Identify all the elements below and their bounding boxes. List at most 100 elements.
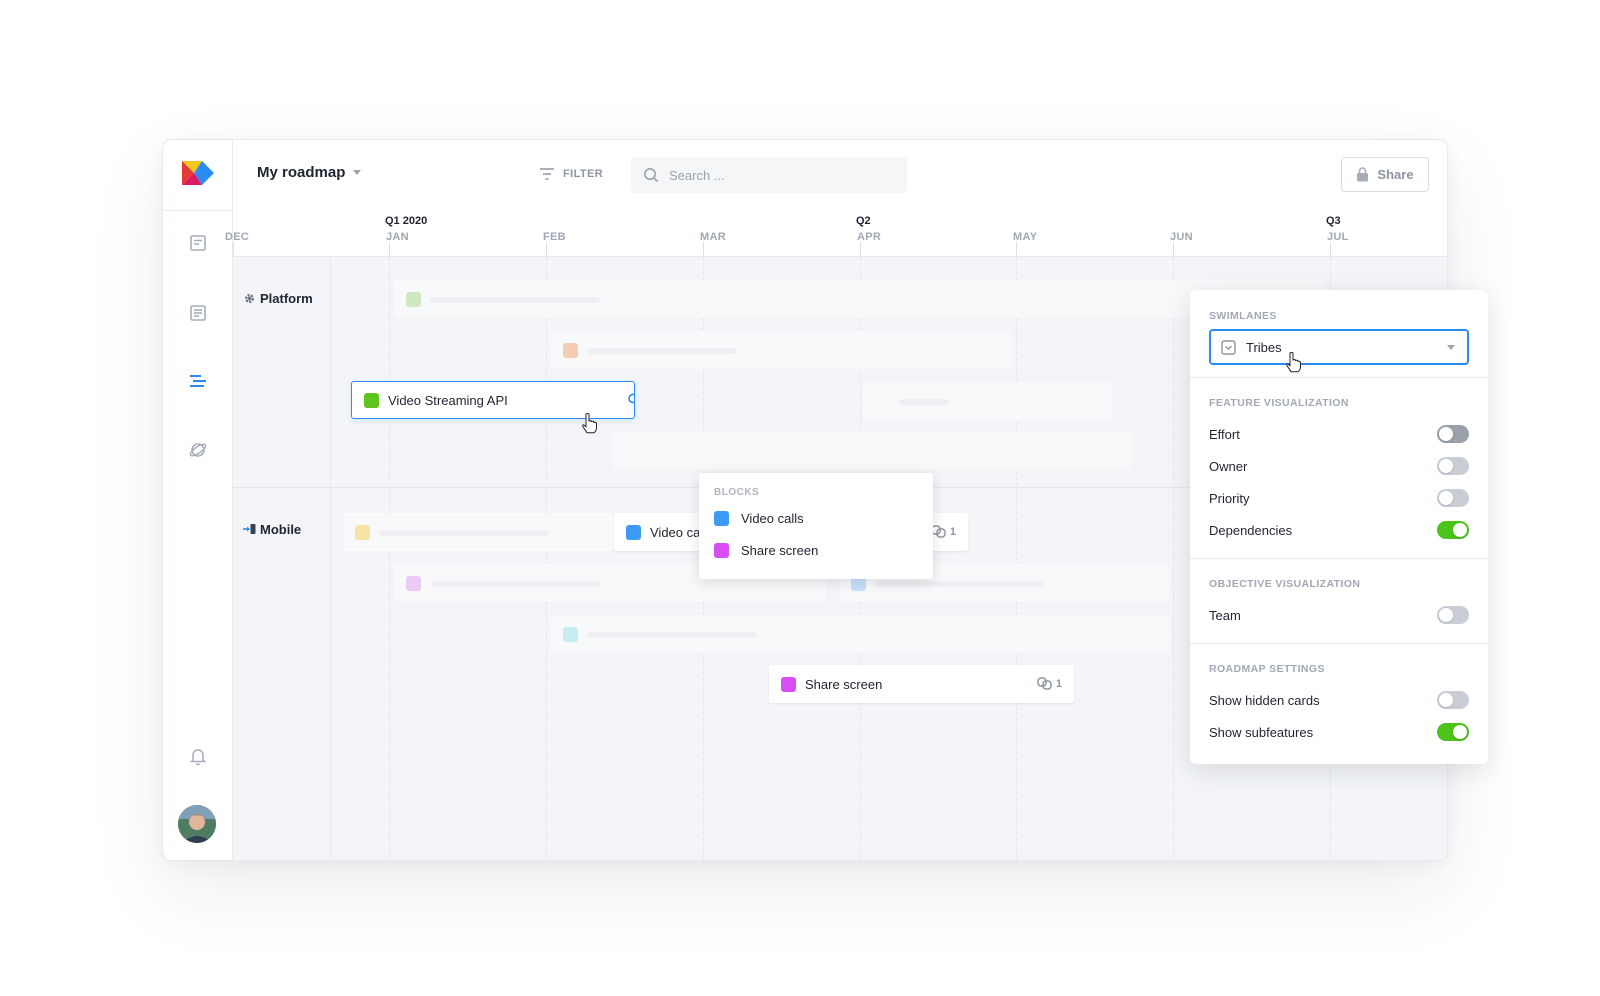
feature-card-video-streaming-api[interactable]: Video Streaming API (351, 381, 636, 419)
lock-icon (1357, 167, 1369, 182)
placeholder-card (613, 432, 1131, 470)
placeholder-card (551, 331, 1011, 369)
link-icon (931, 525, 946, 538)
card-color-swatch (781, 676, 796, 692)
dependencies-toggle[interactable] (1437, 521, 1469, 539)
blocks-item-video-calls[interactable]: Video calls (714, 511, 804, 526)
gear-icon (244, 293, 255, 304)
section-header: FEATURE VISUALIZATION (1209, 397, 1349, 409)
card-color-swatch (714, 543, 729, 558)
month-label: DEC (225, 231, 250, 243)
search-input[interactable] (669, 167, 889, 183)
placeholder-line (875, 581, 1045, 587)
filter-button[interactable]: FILTER (539, 167, 603, 181)
setting-row-show-hidden-cards: Show hidden cards (1209, 690, 1469, 710)
show-subfeatures-toggle[interactable] (1437, 723, 1469, 741)
select-value: Tribes (1246, 339, 1282, 355)
toggle-knob (1439, 491, 1453, 505)
section-divider (1190, 377, 1488, 378)
card-color-swatch (563, 627, 578, 642)
placeholder-card (551, 615, 1171, 653)
grid-line (389, 257, 390, 860)
app-logo-icon[interactable] (182, 161, 214, 185)
timeline-tick (546, 242, 547, 257)
top-bar: My roadmap FILTER Share (233, 140, 1447, 210)
setting-label: Team (1209, 607, 1241, 623)
nav-item-objectives[interactable] (187, 439, 209, 461)
card-color-swatch (563, 343, 578, 358)
feature-card-share-screen[interactable]: Share screen 1 (769, 665, 1074, 703)
bell-icon (189, 749, 207, 766)
section-header: OBJECTIVE VISUALIZATION (1209, 578, 1361, 590)
share-label: Share (1377, 167, 1414, 182)
user-avatar[interactable] (178, 805, 216, 843)
swimlanes-select[interactable]: Tribes (1209, 329, 1469, 365)
placeholder-line (430, 297, 600, 303)
toggle-knob (1439, 608, 1453, 622)
card-color-swatch (364, 392, 379, 408)
placeholder-line (587, 632, 757, 638)
card-color-swatch (406, 576, 421, 591)
section-header: ROADMAP SETTINGS (1209, 663, 1325, 675)
blocks-item-share-screen[interactable]: Share screen (714, 543, 818, 558)
placeholder-line (430, 581, 600, 587)
priority-toggle[interactable] (1437, 489, 1469, 507)
lane-platform[interactable]: Platform (243, 291, 313, 306)
notifications-button[interactable] (187, 745, 209, 767)
card-title: Video Streaming API (388, 392, 508, 408)
setting-label: Priority (1209, 490, 1250, 506)
page-title: My roadmap (257, 164, 346, 181)
grid-line (546, 257, 547, 860)
setting-label: Show subfeatures (1209, 724, 1314, 740)
document-icon (190, 235, 206, 251)
toggle-knob (1439, 693, 1453, 707)
notes-icon (190, 305, 206, 321)
dependency-link-icon[interactable] (626, 392, 640, 408)
planet-icon (189, 443, 207, 457)
owner-toggle[interactable] (1437, 457, 1469, 475)
setting-row-team: Team (1209, 605, 1469, 625)
toggle-knob (1453, 523, 1467, 537)
dependency-indicator[interactable]: 1 (931, 525, 956, 538)
setting-label: Effort (1209, 426, 1240, 442)
search-icon (644, 168, 659, 183)
quarter-label: Q2 (856, 215, 871, 227)
toggle-knob (1453, 725, 1467, 739)
nav-item-notes[interactable] (187, 302, 209, 324)
setting-row-priority: Priority (1209, 488, 1469, 508)
filter-label: FILTER (563, 168, 604, 180)
share-button[interactable]: Share (1341, 157, 1429, 192)
search-box[interactable] (631, 157, 907, 193)
dependency-indicator[interactable]: 1 (1037, 677, 1062, 690)
card-color-swatch (626, 524, 641, 540)
timeline-tick (1330, 242, 1331, 257)
quarter-label: Q3 (1326, 215, 1341, 227)
placeholder-card (394, 280, 1324, 318)
placeholder-card (863, 382, 1113, 420)
timeline-tick (703, 242, 704, 257)
blocks-item-label: Video calls (741, 511, 804, 526)
section-header: SWIMLANES (1209, 310, 1277, 322)
team-toggle[interactable] (1437, 606, 1469, 624)
checkbox-icon (1221, 339, 1236, 355)
nav-item-roadmap[interactable] (187, 370, 209, 392)
placeholder-line (899, 399, 949, 405)
show-hidden-cards-toggle[interactable] (1437, 691, 1469, 709)
lane-label-column (233, 257, 331, 860)
chevron-down-icon (1447, 345, 1455, 350)
roadmap-selector[interactable]: My roadmap (257, 164, 362, 181)
setting-row-effort: Effort (1209, 424, 1469, 444)
timeline-tick (389, 242, 390, 257)
blocks-item-label: Share screen (741, 543, 819, 558)
roadmap-icon (190, 375, 206, 387)
sidebar (163, 140, 233, 860)
nav-item-documents[interactable] (187, 232, 209, 254)
blocks-popover: BLOCKS Video calls Share screen (699, 473, 933, 579)
quarter-label: Q1 2020 (385, 215, 428, 227)
link-icon (1037, 677, 1052, 690)
placeholder-line (587, 348, 737, 354)
user-photo-icon (178, 805, 216, 843)
lane-mobile[interactable]: Mobile (243, 522, 301, 537)
lane-label-text: Platform (260, 291, 313, 306)
effort-toggle[interactable] (1437, 425, 1469, 443)
